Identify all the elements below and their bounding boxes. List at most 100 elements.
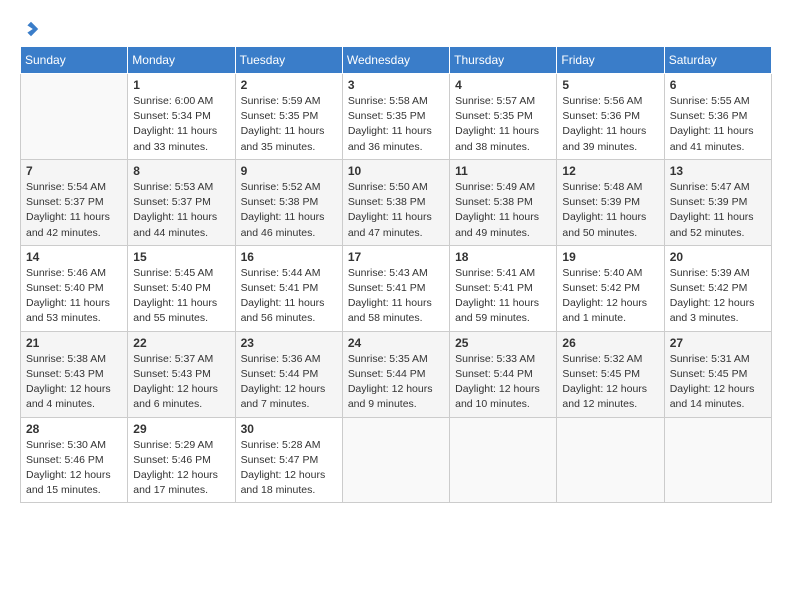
day-number: 30 xyxy=(241,422,337,436)
calendar-day-cell: 3Sunrise: 5:58 AMSunset: 5:35 PMDaylight… xyxy=(342,74,449,160)
calendar-day-cell: 17 Sunrise: 5:43 AMSunset: 5:41 PMDayligh… xyxy=(342,245,449,331)
calendar-week-row: 14Sunrise: 5:46 AMSunset: 5:40 PMDayligh… xyxy=(21,245,772,331)
day-info: Sunrise: 5:41 AMSunset: 5:41 PMDaylight:… xyxy=(455,266,551,327)
calendar-day-cell: 22 Sunrise: 5:37 AMSunset: 5:43 PMDayligh… xyxy=(128,331,235,417)
day-info: Sunrise: 5:47 AMSunset: 5:39 PMDaylight:… xyxy=(670,180,766,241)
calendar-day-cell: 15 Sunrise: 5:45 AMSunset: 5:40 PMDayligh… xyxy=(128,245,235,331)
calendar-day-cell: 10 Sunrise: 5:50 AMSunset: 5:38 PMDayligh… xyxy=(342,159,449,245)
calendar-day-cell: 26 Sunrise: 5:32 AMSunset: 5:45 PMDayligh… xyxy=(557,331,664,417)
day-number: 14 xyxy=(26,250,122,264)
calendar-empty-cell xyxy=(557,417,664,503)
day-info: Sunrise: 5:52 AMSunset: 5:38 PMDaylight:… xyxy=(241,180,337,241)
calendar-day-cell: 6Sunrise: 5:55 AMSunset: 5:36 PMDaylight… xyxy=(664,74,771,160)
day-number: 4 xyxy=(455,78,551,92)
calendar-empty-cell xyxy=(21,74,128,160)
calendar-week-row: 1 Sunrise: 6:00 AMSunset: 5:34 PMDaylight… xyxy=(21,74,772,160)
day-info: Sunrise: 5:37 AMSunset: 5:43 PMDaylight:… xyxy=(133,352,229,413)
calendar-day-cell: 13 Sunrise: 5:47 AMSunset: 5:39 PMDayligh… xyxy=(664,159,771,245)
calendar-empty-cell xyxy=(450,417,557,503)
day-number: 19 xyxy=(562,250,658,264)
calendar-day-cell: 8 Sunrise: 5:53 AMSunset: 5:37 PMDaylight… xyxy=(128,159,235,245)
calendar-day-cell: 9 Sunrise: 5:52 AMSunset: 5:38 PMDaylight… xyxy=(235,159,342,245)
day-number: 8 xyxy=(133,164,229,178)
day-header: Saturday xyxy=(664,47,771,74)
calendar-day-cell: 1 Sunrise: 6:00 AMSunset: 5:34 PMDaylight… xyxy=(128,74,235,160)
day-info: Sunrise: 5:54 AMSunset: 5:37 PMDaylight:… xyxy=(26,180,122,241)
day-number: 24 xyxy=(348,336,444,350)
calendar-empty-cell xyxy=(342,417,449,503)
calendar-day-cell: 11 Sunrise: 5:49 AMSunset: 5:38 PMDayligh… xyxy=(450,159,557,245)
day-number: 1 xyxy=(133,78,229,92)
calendar-day-cell: 12Sunrise: 5:48 AMSunset: 5:39 PMDayligh… xyxy=(557,159,664,245)
day-number: 9 xyxy=(241,164,337,178)
day-number: 7 xyxy=(26,164,122,178)
calendar-day-cell: 24 Sunrise: 5:35 AMSunset: 5:44 PMDayligh… xyxy=(342,331,449,417)
day-info: Sunrise: 5:40 AMSunset: 5:42 PMDaylight:… xyxy=(562,266,658,327)
calendar-day-cell: 27 Sunrise: 5:31 AMSunset: 5:45 PMDayligh… xyxy=(664,331,771,417)
day-header: Sunday xyxy=(21,47,128,74)
day-number: 27 xyxy=(670,336,766,350)
calendar-day-cell: 7 Sunrise: 5:54 AMSunset: 5:37 PMDaylight… xyxy=(21,159,128,245)
day-info: Sunrise: 5:45 AMSunset: 5:40 PMDaylight:… xyxy=(133,266,229,327)
day-info: Sunrise: 5:55 AMSunset: 5:36 PMDaylight:… xyxy=(670,94,766,155)
day-info: Sunrise: 5:29 AMSunset: 5:46 PMDaylight:… xyxy=(133,438,229,499)
day-number: 16 xyxy=(241,250,337,264)
calendar-day-cell: 2 Sunrise: 5:59 AMSunset: 5:35 PMDaylight… xyxy=(235,74,342,160)
calendar-day-cell: 30 Sunrise: 5:28 AMSunset: 5:47 PMDayligh… xyxy=(235,417,342,503)
day-header: Friday xyxy=(557,47,664,74)
day-info: Sunrise: 5:44 AMSunset: 5:41 PMDaylight:… xyxy=(241,266,337,327)
calendar-day-cell: 28 Sunrise: 5:30 AMSunset: 5:46 PMDayligh… xyxy=(21,417,128,503)
day-number: 23 xyxy=(241,336,337,350)
day-number: 25 xyxy=(455,336,551,350)
day-header: Thursday xyxy=(450,47,557,74)
day-number: 26 xyxy=(562,336,658,350)
day-info: Sunrise: 6:00 AMSunset: 5:34 PMDaylight:… xyxy=(133,94,229,155)
day-info: Sunrise: 5:36 AMSunset: 5:44 PMDaylight:… xyxy=(241,352,337,413)
day-info: Sunrise: 5:28 AMSunset: 5:47 PMDaylight:… xyxy=(241,438,337,499)
page-header xyxy=(20,20,772,36)
day-number: 12 xyxy=(562,164,658,178)
calendar-day-cell: 23 Sunrise: 5:36 AMSunset: 5:44 PMDayligh… xyxy=(235,331,342,417)
day-info: Sunrise: 5:57 AMSunset: 5:35 PMDaylight:… xyxy=(455,94,551,155)
day-header: Monday xyxy=(128,47,235,74)
day-info: Sunrise: 5:31 AMSunset: 5:45 PMDaylight:… xyxy=(670,352,766,413)
day-number: 28 xyxy=(26,422,122,436)
day-info: Sunrise: 5:56 AMSunset: 5:36 PMDaylight:… xyxy=(562,94,658,155)
day-number: 5 xyxy=(562,78,658,92)
day-info: Sunrise: 5:49 AMSunset: 5:38 PMDaylight:… xyxy=(455,180,551,241)
calendar-day-cell: 20 Sunrise: 5:39 AMSunset: 5:42 PMDayligh… xyxy=(664,245,771,331)
calendar-week-row: 21 Sunrise: 5:38 AMSunset: 5:43 PMDayligh… xyxy=(21,331,772,417)
calendar-day-cell: 16 Sunrise: 5:44 AMSunset: 5:41 PMDayligh… xyxy=(235,245,342,331)
day-info: Sunrise: 5:32 AMSunset: 5:45 PMDaylight:… xyxy=(562,352,658,413)
day-info: Sunrise: 5:59 AMSunset: 5:35 PMDaylight:… xyxy=(241,94,337,155)
day-number: 3 xyxy=(348,78,444,92)
calendar-day-cell: 5 Sunrise: 5:56 AMSunset: 5:36 PMDaylight… xyxy=(557,74,664,160)
day-info: Sunrise: 5:30 AMSunset: 5:46 PMDaylight:… xyxy=(26,438,122,499)
calendar-day-cell: 25 Sunrise: 5:33 AMSunset: 5:44 PMDayligh… xyxy=(450,331,557,417)
day-number: 29 xyxy=(133,422,229,436)
day-number: 22 xyxy=(133,336,229,350)
day-number: 13 xyxy=(670,164,766,178)
day-info: Sunrise: 5:50 AMSunset: 5:38 PMDaylight:… xyxy=(348,180,444,241)
day-number: 21 xyxy=(26,336,122,350)
day-number: 2 xyxy=(241,78,337,92)
day-info: Sunrise: 5:35 AMSunset: 5:44 PMDaylight:… xyxy=(348,352,444,413)
day-number: 17 xyxy=(348,250,444,264)
calendar-week-row: 28 Sunrise: 5:30 AMSunset: 5:46 PMDayligh… xyxy=(21,417,772,503)
calendar-day-cell: 14Sunrise: 5:46 AMSunset: 5:40 PMDayligh… xyxy=(21,245,128,331)
calendar-empty-cell xyxy=(664,417,771,503)
day-number: 11 xyxy=(455,164,551,178)
day-number: 20 xyxy=(670,250,766,264)
day-info: Sunrise: 5:33 AMSunset: 5:44 PMDaylight:… xyxy=(455,352,551,413)
day-info: Sunrise: 5:53 AMSunset: 5:37 PMDaylight:… xyxy=(133,180,229,241)
day-info: Sunrise: 5:38 AMSunset: 5:43 PMDaylight:… xyxy=(26,352,122,413)
calendar-day-cell: 4 Sunrise: 5:57 AMSunset: 5:35 PMDaylight… xyxy=(450,74,557,160)
day-number: 15 xyxy=(133,250,229,264)
day-header: Tuesday xyxy=(235,47,342,74)
calendar-day-cell: 18 Sunrise: 5:41 AMSunset: 5:41 PMDayligh… xyxy=(450,245,557,331)
logo xyxy=(20,20,40,36)
day-number: 18 xyxy=(455,250,551,264)
day-number: 10 xyxy=(348,164,444,178)
day-info: Sunrise: 5:43 AMSunset: 5:41 PMDaylight:… xyxy=(348,266,444,327)
day-info: Sunrise: 5:39 AMSunset: 5:42 PMDaylight:… xyxy=(670,266,766,327)
